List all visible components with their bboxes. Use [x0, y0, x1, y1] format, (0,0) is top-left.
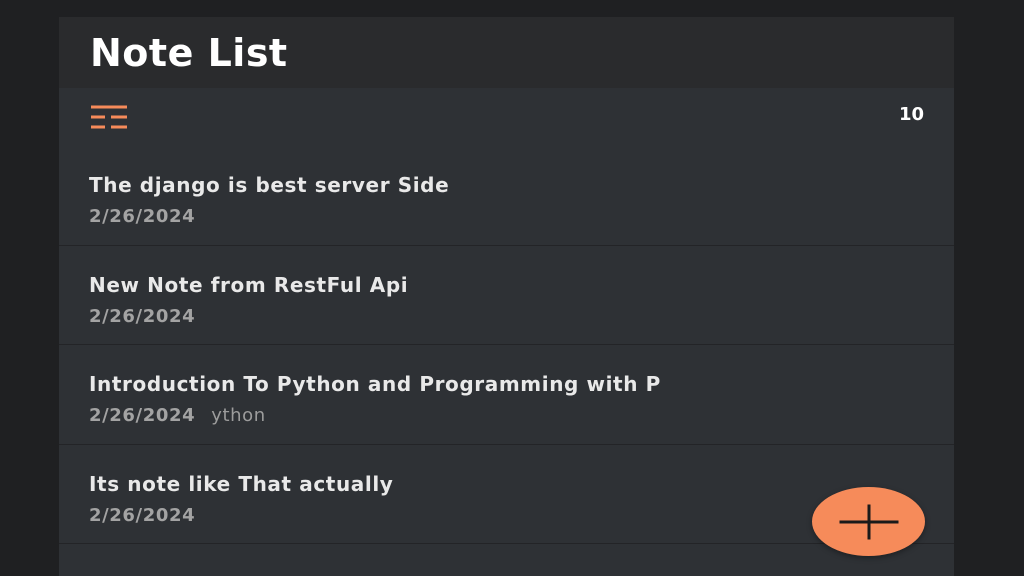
- list-menu-icon[interactable]: [91, 104, 127, 130]
- note-title: New Note from RestFul Api: [89, 272, 409, 297]
- notes-app: Note List 10 The django is best server S…: [59, 17, 954, 576]
- note-item[interactable]: New Note from RestFul Api 2/26/2024: [59, 246, 954, 345]
- note-item[interactable]: The django is best server Side 2/26/2024: [59, 146, 954, 246]
- notes-list: The django is best server Side 2/26/2024…: [59, 146, 954, 544]
- note-date: 2/26/2024: [89, 206, 196, 227]
- note-title: Introduction To Python and Programming w…: [89, 372, 661, 396]
- note-title: The django is best server Side: [89, 173, 450, 197]
- add-note-button[interactable]: [812, 487, 925, 556]
- note-meta: 2/26/2024: [89, 206, 954, 227]
- page-title: Note List: [90, 30, 288, 75]
- note-meta: 2/26/2024 ython: [89, 405, 954, 426]
- note-date: 2/26/2024: [89, 405, 196, 426]
- note-date: 2/26/2024: [89, 305, 196, 327]
- note-count: 10: [898, 104, 924, 125]
- notes-toolbar: 10: [59, 88, 954, 146]
- note-item[interactable]: Introduction To Python and Programming w…: [59, 345, 954, 445]
- note-date: 2/26/2024: [89, 504, 196, 526]
- plus-icon: [839, 504, 898, 539]
- note-title: Its note like That actually: [89, 471, 394, 496]
- app-header: Note List: [59, 17, 954, 88]
- note-meta: 2/26/2024: [89, 306, 954, 327]
- note-preview: ython: [211, 405, 266, 426]
